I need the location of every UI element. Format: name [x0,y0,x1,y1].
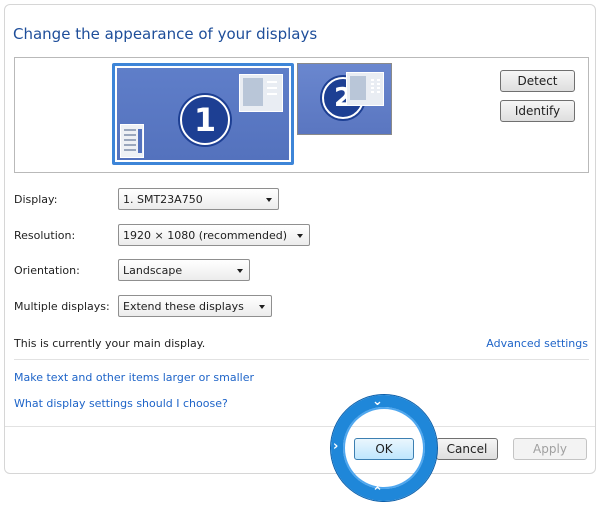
cancel-button[interactable]: Cancel [436,438,498,460]
chevron-left-icon: ‹ [416,439,422,454]
orientation-label: Orientation: [14,264,80,277]
orientation-select[interactable]: Landscape [118,259,250,281]
multiple-displays-label: Multiple displays: [14,300,110,313]
ok-button[interactable]: OK [354,438,414,460]
chevron-right-icon: › [333,439,339,454]
apply-button[interactable]: Apply [513,438,587,460]
footer-divider [5,426,595,427]
display-settings-help-link[interactable]: What display settings should I choose? [14,397,228,410]
chevron-down-icon [237,269,243,273]
detect-button[interactable]: Detect [500,70,575,92]
identify-button[interactable]: Identify [500,100,575,122]
chevron-down-icon [297,234,303,238]
multiple-displays-select-value: Extend these displays [123,299,244,313]
mini-window-icon [239,74,283,112]
mini-window-icon-2 [346,72,384,106]
display-select-value: 1. SMT23A750 [123,192,203,206]
main-display-status: This is currently your main display. [14,337,206,350]
monitor-1-number: 1 [180,95,230,145]
divider [14,359,589,360]
advanced-settings-link[interactable]: Advanced settings [486,337,588,350]
orientation-select-value: Landscape [123,263,183,277]
page-title: Change the appearance of your displays [13,25,318,43]
mini-sidebar-icon [120,124,144,158]
monitor-2-tile[interactable]: 2 [297,63,392,135]
chevron-down-icon [266,198,272,202]
chevron-down-icon [259,305,265,309]
resolution-select-value: 1920 × 1080 (recommended) [123,228,288,242]
display-label: Display: [14,193,58,206]
display-select[interactable]: 1. SMT23A750 [118,188,279,210]
resolution-label: Resolution: [14,229,76,242]
chevron-up-icon: ⌃ [372,485,383,500]
monitor-1-tile[interactable]: 1 [112,63,294,165]
multiple-displays-select[interactable]: Extend these displays [118,295,272,317]
chevron-down-icon: ⌄ [372,394,383,409]
resolution-select[interactable]: 1920 × 1080 (recommended) [118,224,310,246]
larger-text-link[interactable]: Make text and other items larger or smal… [14,371,254,384]
monitor-1-screen: 1 [117,68,289,160]
